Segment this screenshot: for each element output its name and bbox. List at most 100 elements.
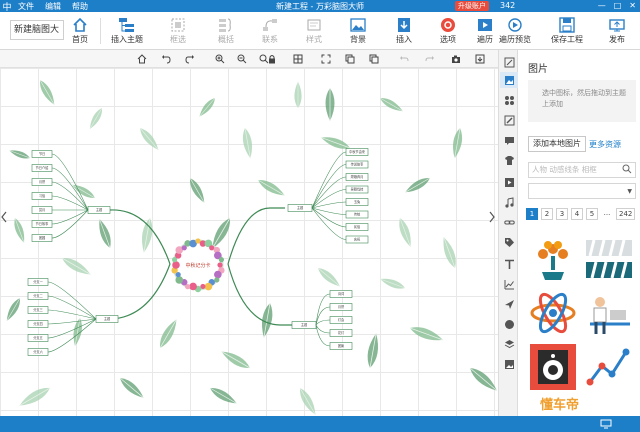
page-button[interactable]: 4 <box>571 208 583 220</box>
topic-node[interactable]: 主题 <box>287 204 313 212</box>
topic-node[interactable]: 灯会 <box>329 316 353 324</box>
zoom-in-icon[interactable] <box>214 53 226 65</box>
menu-help[interactable]: 帮助 <box>72 1 88 12</box>
minimize-button[interactable]: — <box>598 0 606 12</box>
topic-node[interactable]: 主题 <box>95 315 119 323</box>
speaker-icon[interactable] <box>528 342 578 392</box>
page-button[interactable]: 1 <box>526 208 538 220</box>
desk-person-icon[interactable] <box>584 288 634 338</box>
undo-icon[interactable] <box>398 53 410 65</box>
traverse-preview-button[interactable]: 遍历预览 <box>496 15 534 49</box>
music-icon[interactable] <box>503 196 515 208</box>
page-button[interactable]: 3 <box>556 208 568 220</box>
close-button[interactable]: ✕ <box>629 0 636 12</box>
summary-button[interactable]: 概括 <box>214 15 238 49</box>
page-button[interactable]: 242 <box>616 208 636 220</box>
topic-node[interactable]: 花灯 <box>329 329 353 337</box>
topic-node[interactable]: 嫦娥奔月 <box>345 173 369 181</box>
traverse-button[interactable]: 遍历 <box>474 15 496 49</box>
more-resources-link[interactable]: 更多资源 <box>589 139 621 150</box>
mindmap-canvas[interactable]: 中秋记分卡 主题 节日 节日介绍 月饼 习俗 赏月 节日故事 团圆 主题 分支一 分支二 分支三 分支四… <box>0 68 498 416</box>
topic-node[interactable]: 节日故事 <box>31 220 53 228</box>
topic-node[interactable]: 分支三 <box>27 306 49 314</box>
comment-icon[interactable] <box>503 134 515 146</box>
center-topic[interactable]: 中秋记分卡 <box>171 238 225 293</box>
add-local-image-button[interactable]: 添加本地图片 <box>528 136 586 152</box>
topic-node[interactable]: 月饼 <box>31 178 53 186</box>
tree-icon[interactable] <box>528 234 578 284</box>
copy-icon[interactable] <box>368 53 380 65</box>
home-button[interactable]: 首页 <box>68 15 92 49</box>
topic-node[interactable]: 分支六 <box>27 348 49 356</box>
menu-edit[interactable]: 编辑 <box>45 1 61 12</box>
upgrade-account-button[interactable]: 升级账户 <box>455 1 489 11</box>
background-button[interactable]: 背景 <box>344 15 372 49</box>
topic-node[interactable]: 分支二 <box>27 292 49 300</box>
camera-icon[interactable] <box>450 53 462 65</box>
monitor-icon[interactable] <box>600 419 612 429</box>
copy-icon[interactable] <box>344 53 356 65</box>
topic-node[interactable]: 主题 <box>87 206 111 214</box>
topic-node[interactable]: 玉兔 <box>345 198 369 206</box>
grid-icon[interactable] <box>292 53 304 65</box>
relation-button[interactable]: 联系 <box>258 15 282 49</box>
layers-icon[interactable] <box>503 338 515 350</box>
home-icon[interactable] <box>136 53 148 65</box>
growth-chart-icon[interactable] <box>584 342 634 392</box>
maximize-button[interactable]: □ <box>614 0 622 12</box>
link-icon[interactable] <box>503 216 515 228</box>
topic-node[interactable]: 吴刚伐桂 <box>345 185 369 194</box>
collapse-right-button[interactable] <box>488 208 496 226</box>
topic-node[interactable]: 民俗 <box>345 223 369 231</box>
topic-node[interactable]: 分支一 <box>27 278 49 286</box>
film-icon[interactable] <box>503 176 515 188</box>
atom-icon[interactable] <box>528 288 578 338</box>
shirt-icon[interactable] <box>503 154 515 166</box>
import-icon[interactable] <box>474 53 486 65</box>
page-button[interactable]: 2 <box>541 208 553 220</box>
insert-topic-button[interactable]: 插入主题 <box>106 15 148 49</box>
chart-icon[interactable] <box>503 278 515 290</box>
insert-button[interactable]: 插入 <box>390 15 418 49</box>
undo-view-icon[interactable] <box>160 53 172 65</box>
topic-node[interactable]: 庆祝 <box>345 235 369 244</box>
topic-node[interactable]: 分支四 <box>27 320 49 328</box>
image-search-input[interactable]: 人物 动感线条 相框 <box>528 162 636 178</box>
collapse-left-button[interactable] <box>0 208 8 226</box>
zoom-out-icon[interactable] <box>236 53 248 65</box>
lock-icon[interactable] <box>266 53 278 65</box>
topic-node[interactable]: 诗词 <box>329 290 353 298</box>
options-button[interactable]: 选项 <box>436 15 460 49</box>
topic-node[interactable]: 中秋节由来 <box>345 148 369 156</box>
menu-file[interactable]: 文件 <box>18 1 34 12</box>
compass-icon[interactable] <box>503 318 515 330</box>
category-select[interactable]: ▼ <box>528 183 636 199</box>
style-button[interactable]: 样式 <box>302 15 326 49</box>
account-name[interactable]: 342 <box>500 0 515 12</box>
box-select-button[interactable]: 框选 <box>166 15 190 49</box>
topic-node[interactable]: 主题 <box>291 321 317 329</box>
topic-node[interactable]: 习俗 <box>31 192 53 200</box>
text-icon[interactable] <box>503 258 515 270</box>
publish-button[interactable]: 发布 <box>604 15 630 49</box>
edit-icon[interactable] <box>503 56 515 68</box>
redo-icon[interactable] <box>424 53 436 65</box>
plane-icon[interactable] <box>503 298 515 310</box>
puzzle-icon[interactable] <box>503 94 515 106</box>
save-project-button[interactable]: 保存工程 <box>546 15 588 49</box>
tag-icon[interactable] <box>503 236 515 248</box>
topic-node[interactable]: 分支五 <box>27 334 49 342</box>
topic-node[interactable]: 传统 <box>345 210 369 219</box>
topic-node[interactable]: 团聚 <box>329 342 353 350</box>
image-box-icon[interactable] <box>503 358 515 370</box>
fullscreen-icon[interactable] <box>320 53 332 65</box>
bar-stripes-icon[interactable] <box>584 234 634 284</box>
topic-node[interactable]: 传说故事 <box>345 160 369 169</box>
topic-node[interactable]: 月饼 <box>329 303 353 311</box>
pen-icon[interactable] <box>503 114 515 126</box>
search-icon[interactable] <box>622 164 632 179</box>
topic-node[interactable]: 赏月 <box>31 206 53 214</box>
document-name-field[interactable]: 新建脑图大 <box>10 20 64 40</box>
image-icon[interactable] <box>500 72 518 88</box>
topic-node[interactable]: 节日介绍 <box>31 164 53 172</box>
